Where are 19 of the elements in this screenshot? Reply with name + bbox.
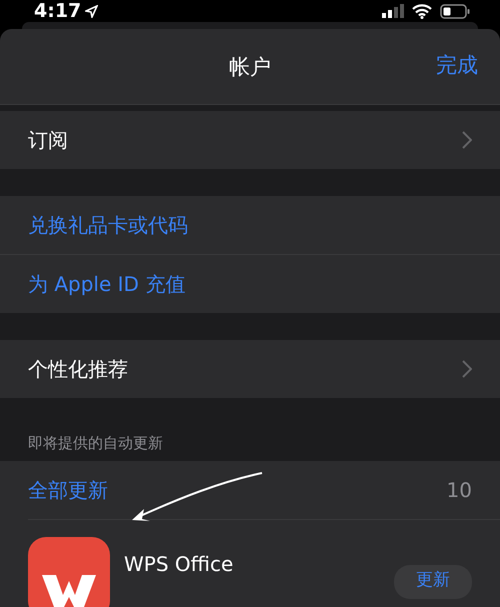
location-arrow-icon	[85, 4, 98, 18]
done-button[interactable]: 完成	[436, 51, 478, 79]
link-row[interactable]: 为 Apple ID 充值	[28, 270, 186, 298]
update-count: 10	[446, 478, 472, 502]
app-name: WPS Office	[124, 552, 234, 576]
status-time: 4:17	[34, 0, 82, 22]
section-header: 即将提供的自动更新	[28, 434, 163, 453]
wifi-icon	[412, 4, 432, 19]
menu-row[interactable]: 订阅	[28, 126, 68, 154]
chevron-icon	[462, 131, 472, 149]
link-row[interactable]: 兑换礼品卡或代码	[28, 212, 188, 238]
signal-icon	[382, 4, 404, 18]
app-icon	[28, 537, 110, 607]
sheet-title: 帐户	[229, 54, 271, 80]
chevron-icon	[462, 360, 472, 378]
update-all-link[interactable]: 全部更新	[28, 476, 108, 504]
menu-row[interactable]: 个性化推荐	[28, 356, 128, 382]
update-button[interactable]: 更新	[394, 565, 472, 599]
battery-icon	[440, 4, 470, 19]
